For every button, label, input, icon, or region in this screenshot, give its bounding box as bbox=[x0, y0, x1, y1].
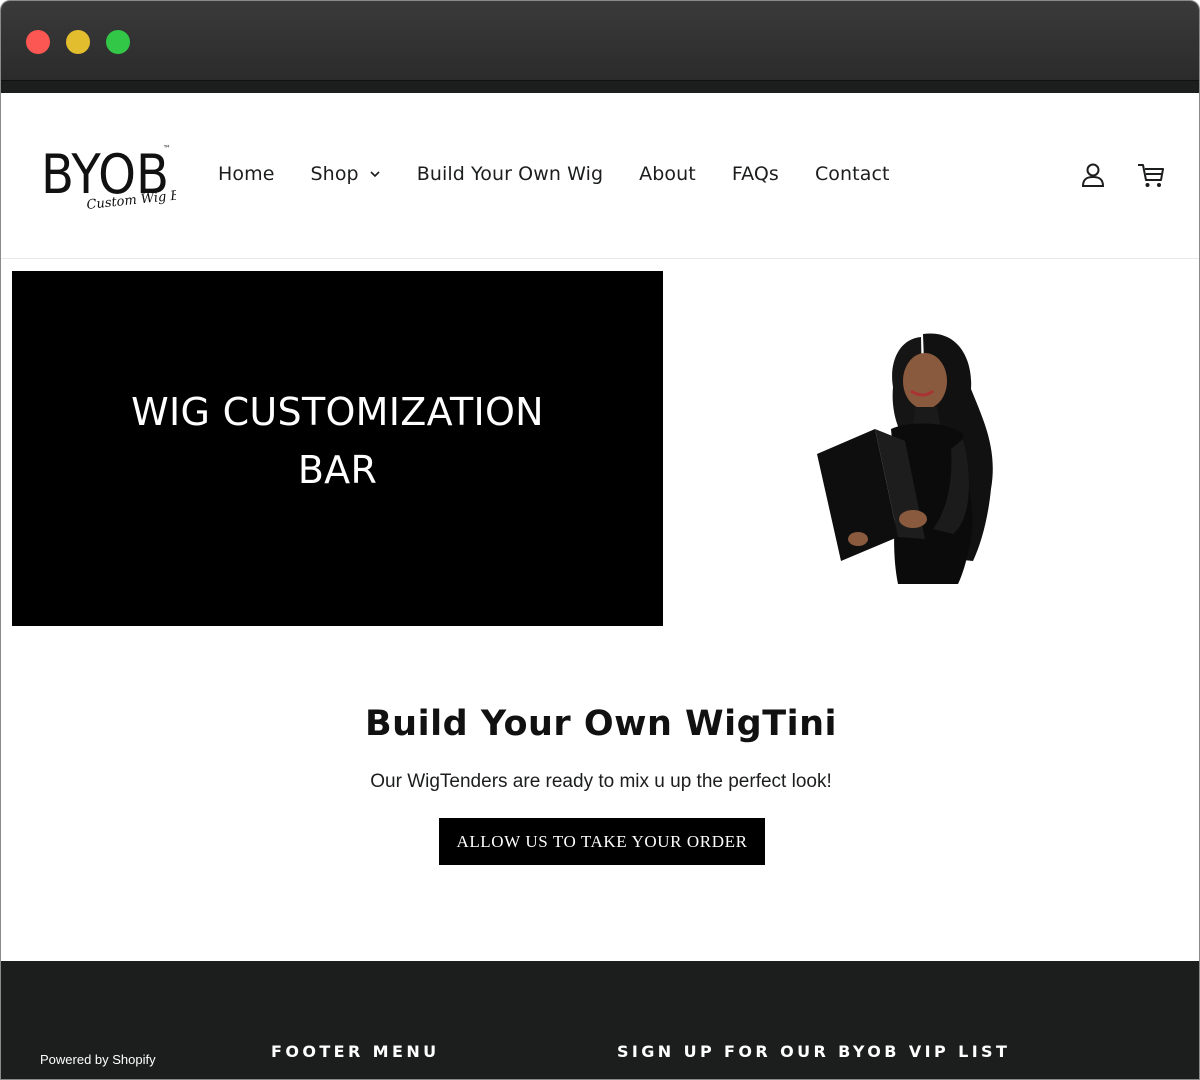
nav-build-your-own-wig[interactable]: Build Your Own Wig bbox=[417, 163, 603, 185]
nav-contact-label: Contact bbox=[814, 163, 890, 185]
hero-title: WIG CUSTOMIZATION BAR bbox=[128, 383, 548, 499]
minimize-window-button[interactable] bbox=[66, 30, 90, 54]
header-icons bbox=[1049, 161, 1165, 189]
chevron-down-icon bbox=[370, 171, 380, 178]
nav-home-label: Home bbox=[218, 163, 275, 185]
site-footer: Powered by Shopify FOOTER MENU SIGN UP F… bbox=[1, 961, 1199, 1079]
hero-title-line-1: WIG CUSTOMIZATION bbox=[131, 389, 544, 434]
hero-banner: WIG CUSTOMIZATION BAR bbox=[12, 271, 663, 626]
footer-menu-heading: FOOTER MENU bbox=[271, 1042, 440, 1061]
nav-faqs[interactable]: FAQs bbox=[732, 163, 779, 185]
nav-faqs-label: FAQs bbox=[731, 163, 779, 185]
browser-window: BYOB ™ Custom Wig Bar Home Shop Build Yo… bbox=[0, 0, 1200, 1080]
powered-by-shopify-link[interactable]: Powered by Shopify bbox=[40, 1052, 156, 1067]
site-header: BYOB ™ Custom Wig Bar Home Shop Build Yo… bbox=[1, 93, 1199, 259]
nav-build-label: Build Your Own Wig bbox=[416, 163, 604, 185]
nav-about[interactable]: About bbox=[639, 163, 696, 185]
nav-about-label: About bbox=[639, 163, 696, 185]
hero-image-panel bbox=[663, 271, 1199, 626]
maximize-window-button[interactable] bbox=[106, 30, 130, 54]
main-nav: Home Shop Build Your Own Wig About FAQs … bbox=[218, 163, 926, 185]
nav-contact[interactable]: Contact bbox=[815, 163, 890, 185]
cta-heading: Build Your Own WigTini bbox=[365, 704, 837, 744]
nav-shop[interactable]: Shop bbox=[311, 163, 381, 185]
close-window-button[interactable] bbox=[26, 30, 50, 54]
take-order-button[interactable]: ALLOW US TO TAKE YOUR ORDER bbox=[439, 818, 765, 865]
nav-shop-label: Shop bbox=[310, 163, 359, 185]
hero-title-line-2: BAR bbox=[297, 447, 378, 492]
nav-home[interactable]: Home bbox=[218, 163, 275, 185]
account-icon[interactable] bbox=[1079, 161, 1107, 189]
vip-list-heading: SIGN UP FOR OUR BYOB VIP LIST bbox=[617, 1042, 1011, 1061]
byob-logo[interactable]: BYOB ™ Custom Wig Bar bbox=[41, 141, 176, 213]
take-order-button-label: ALLOW US TO TAKE YOUR ORDER bbox=[456, 831, 748, 851]
woman-reading-menu-image bbox=[817, 333, 993, 584]
window-titlebar bbox=[1, 1, 1199, 81]
cta-subtext: Our WigTenders are ready to mix u up the… bbox=[370, 771, 832, 792]
announcement-bar bbox=[1, 81, 1199, 93]
logo-trademark: ™ bbox=[163, 144, 171, 153]
cart-icon[interactable] bbox=[1137, 161, 1165, 189]
